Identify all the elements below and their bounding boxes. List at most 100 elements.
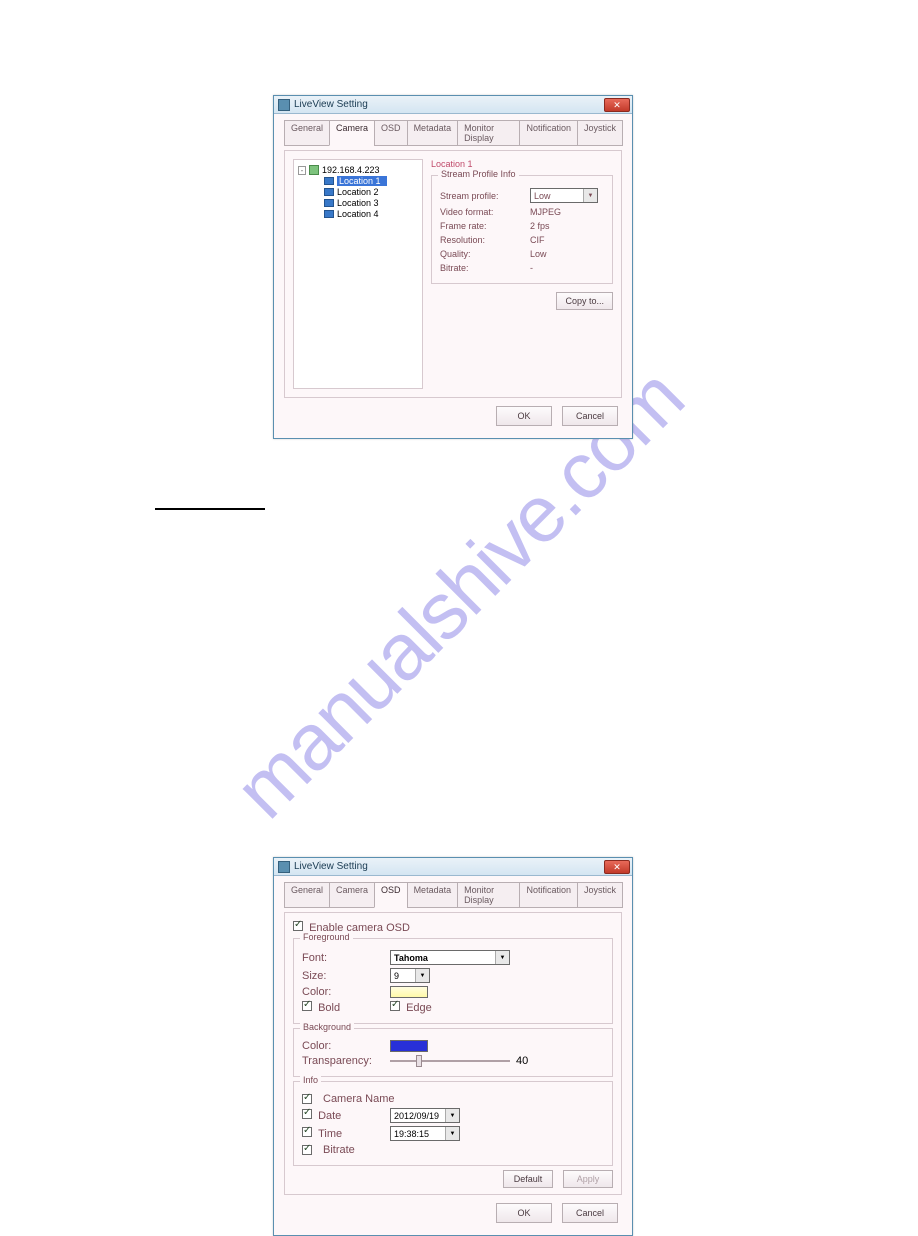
video-format-value: MJPEG [530,207,604,217]
folder-icon [324,188,334,196]
group-title: Background [300,1022,354,1032]
stream-profile-label: Stream profile: [440,191,526,201]
cancel-button[interactable]: Cancel [562,406,618,426]
window-title: LiveView Setting [294,99,368,110]
bold-checkbox[interactable] [302,1001,312,1011]
stream-profile-value: Low [534,191,551,201]
tab-osd[interactable]: OSD [374,120,408,146]
tab-osd[interactable]: OSD [374,882,408,908]
bitrate-label: Bitrate [323,1144,355,1156]
close-icon[interactable]: ✕ [604,860,630,874]
copy-to-button[interactable]: Copy to... [556,292,613,310]
quality-label: Quality: [440,249,526,259]
chevron-down-icon[interactable]: ▼ [583,189,597,202]
frame-rate-value: 2 fps [530,221,604,231]
apply-button[interactable]: Apply [563,1170,613,1188]
cancel-button[interactable]: Cancel [562,1203,618,1223]
tree-item-label: Location 3 [337,198,379,208]
tab-joystick[interactable]: Joystick [577,120,623,146]
quality-value: Low [530,249,604,259]
group-title: Foreground [300,932,353,942]
divider-underline [155,508,265,510]
collapse-icon[interactable]: - [298,166,306,175]
fg-color-swatch[interactable] [390,986,428,998]
chevron-down-icon[interactable]: ▼ [415,969,429,982]
titlebar[interactable]: LiveView Setting ✕ [274,858,632,876]
folder-icon [324,199,334,207]
edge-checkbox[interactable] [390,1001,400,1011]
window-title: LiveView Setting [294,861,368,872]
frame-rate-label: Frame rate: [440,221,526,231]
chevron-down-icon[interactable]: ▼ [445,1127,459,1140]
font-select[interactable]: Tahoma ▼ [390,950,510,965]
chevron-down-icon[interactable]: ▼ [495,951,509,964]
background-group: Background Color: Transparency: 40 [293,1028,613,1077]
tree-item-location2[interactable]: Location 2 [296,187,420,197]
tab-notification[interactable]: Notification [519,120,578,146]
bitrate-value: - [530,263,604,273]
tree-item-location3[interactable]: Location 3 [296,198,420,208]
bold-label: Bold [318,1002,340,1014]
tree-item-location1[interactable]: Location 1 [296,176,420,186]
tab-general[interactable]: General [284,120,330,146]
bitrate-checkbox[interactable] [302,1145,312,1155]
tree-root-label: 192.168.4.223 [322,165,380,175]
ok-button[interactable]: OK [496,1203,552,1223]
tab-notification[interactable]: Notification [519,882,578,908]
slider-thumb[interactable] [416,1055,422,1067]
enable-osd-checkbox[interactable] [293,921,303,931]
tab-monitor-display[interactable]: Monitor Display [457,882,520,908]
tree-item-location4[interactable]: Location 4 [296,209,420,219]
fg-color-label: Color: [302,986,382,998]
size-value: 9 [394,971,399,981]
edge-label: Edge [406,1002,432,1014]
group-title: Stream Profile Info [438,169,519,179]
bg-color-label: Color: [302,1040,382,1052]
app-icon [278,861,290,873]
time-checkbox[interactable] [302,1127,312,1137]
default-button[interactable]: Default [503,1170,553,1188]
bitrate-label: Bitrate: [440,263,526,273]
time-format-select[interactable]: 19:38:15 ▼ [390,1126,460,1141]
foreground-group: Foreground Font: Tahoma ▼ Size: 9 [293,938,613,1024]
close-icon[interactable]: ✕ [604,98,630,112]
titlebar[interactable]: LiveView Setting ✕ [274,96,632,114]
font-value: Tahoma [394,953,428,963]
time-label: Time [318,1128,342,1140]
camera-name-label: Camera Name [323,1093,395,1105]
folder-icon [324,177,334,185]
stream-profile-info-group: Stream Profile Info Stream profile: Low … [431,175,613,284]
tree-item-label: Location 1 [337,176,387,186]
location-heading: Location 1 [431,159,613,169]
transparency-slider[interactable] [390,1060,510,1062]
tab-camera[interactable]: Camera [329,882,375,908]
stream-profile-select[interactable]: Low ▼ [530,188,598,203]
tree-item-label: Location 4 [337,209,379,219]
chevron-down-icon[interactable]: ▼ [445,1109,459,1122]
tab-metadata[interactable]: Metadata [407,882,459,908]
tabstrip: General Camera OSD Metadata Monitor Disp… [284,120,622,146]
folder-icon [324,210,334,218]
tab-metadata[interactable]: Metadata [407,120,459,146]
resolution-value: CIF [530,235,604,245]
date-format-select[interactable]: 2012/09/19 ▼ [390,1108,460,1123]
size-select[interactable]: 9 ▼ [390,968,430,983]
camera-name-checkbox[interactable] [302,1094,312,1104]
liveview-dialog-camera: LiveView Setting ✕ General Camera OSD Me… [273,95,633,439]
resolution-label: Resolution: [440,235,526,245]
liveview-dialog-osd: LiveView Setting ✕ General Camera OSD Me… [273,857,633,1236]
info-group: Info Camera Name Date 2012/09/19 [293,1081,613,1166]
tab-general[interactable]: General [284,882,330,908]
tab-joystick[interactable]: Joystick [577,882,623,908]
tab-camera[interactable]: Camera [329,120,375,146]
device-tree[interactable]: - 192.168.4.223 Location 1 Location 2 [293,159,423,389]
tabstrip: General Camera OSD Metadata Monitor Disp… [284,882,622,908]
device-icon [309,165,319,175]
bg-color-swatch[interactable] [390,1040,428,1052]
tab-monitor-display[interactable]: Monitor Display [457,120,520,146]
group-title: Info [300,1075,321,1085]
tree-root[interactable]: - 192.168.4.223 [296,165,420,175]
date-checkbox[interactable] [302,1109,312,1119]
ok-button[interactable]: OK [496,406,552,426]
tree-item-label: Location 2 [337,187,379,197]
